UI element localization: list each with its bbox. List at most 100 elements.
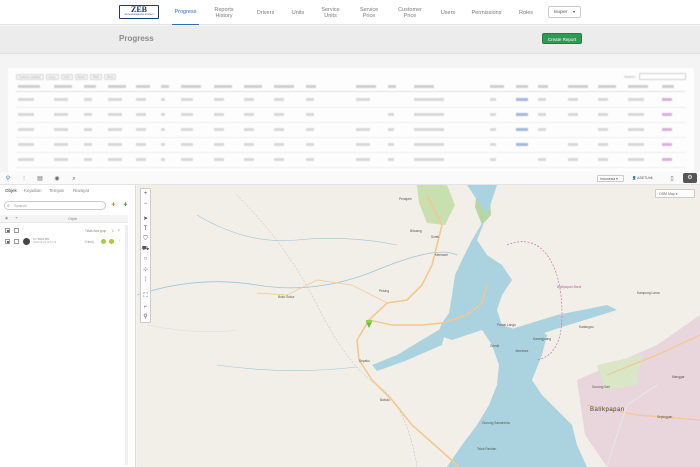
search-location-icon[interactable]: ⌕ — [70, 175, 78, 183]
table-header-cell[interactable] — [568, 85, 588, 88]
map-user-name: ASETUnit — [637, 176, 653, 180]
map-canvas[interactable]: Penajam Binuang Sotek Mentawir Buku Suku… — [137, 185, 700, 467]
add-group-icon[interactable]: ✚ — [122, 202, 129, 209]
table-header-cell[interactable] — [388, 85, 396, 88]
table-tool-pdf[interactable]: PDF — [90, 74, 103, 80]
table-header-cell[interactable] — [356, 85, 376, 88]
language-select[interactable]: Indonesia ▾ — [597, 175, 624, 182]
nav-units[interactable]: Units — [288, 0, 308, 25]
table-header-cell[interactable] — [18, 85, 40, 88]
table-header-cell[interactable] — [538, 85, 548, 88]
objects-search-input[interactable]: ⌕ Search — [4, 201, 106, 210]
nav-service-units[interactable]: Service Units — [318, 0, 343, 25]
table-search-input[interactable] — [639, 73, 686, 80]
table-header-cell[interactable] — [306, 85, 316, 88]
company-logo[interactable]: ZEB ZEUS ENGINEERING BORNEO — [119, 5, 159, 19]
panel-scrollbar[interactable] — [125, 225, 128, 465]
table-row[interactable] — [16, 154, 686, 168]
map-layer-select[interactable]: OSM Map ▾ — [655, 189, 695, 198]
tab-kejadian[interactable]: Kejadian — [24, 188, 42, 193]
map-user-menu[interactable]: 👤 ASETUnit — [632, 175, 660, 182]
nav-drivers[interactable]: Drivers — [252, 0, 279, 25]
monitor-icon[interactable]: ▤ — [36, 175, 44, 183]
map-marker-icon[interactable]: ◉ — [53, 175, 61, 183]
table-header-cell[interactable] — [161, 85, 169, 88]
table-cell — [414, 143, 444, 146]
tab-tempat[interactable]: Tempat — [49, 188, 64, 193]
tab-riwayat[interactable]: Riwayat — [73, 188, 89, 193]
table-header-cell[interactable] — [598, 85, 616, 88]
table-tool-copy[interactable]: Copy — [45, 74, 59, 80]
table-tool-excel[interactable]: Excel — [74, 74, 89, 80]
group-follow-checkbox[interactable] — [14, 228, 19, 233]
zoom-out-icon[interactable]: − — [141, 200, 150, 209]
nav-reports-history[interactable]: Reports History — [211, 0, 237, 25]
nav-customer-price[interactable]: Customer Price — [396, 0, 424, 25]
nav-progress[interactable]: Progress — [172, 0, 199, 25]
object-follow-checkbox[interactable] — [14, 239, 19, 244]
nav-service-price[interactable]: Service Price — [357, 0, 381, 25]
chevron-down-icon[interactable]: ▾ — [118, 228, 120, 232]
vehicle-marker-icon[interactable] — [366, 320, 372, 328]
table-tool-csv[interactable]: CSV — [60, 74, 73, 80]
table-row[interactable] — [16, 124, 686, 138]
table-cell[interactable] — [662, 113, 672, 116]
table-header-cell[interactable] — [136, 85, 150, 88]
table-header-cell[interactable] — [490, 85, 504, 88]
shield-icon[interactable]: ⛉ — [141, 235, 150, 244]
circle-tool-icon[interactable]: ○ — [141, 255, 150, 264]
table-cell[interactable] — [516, 143, 528, 146]
table-header-cell[interactable] — [274, 85, 294, 88]
table-header-cell[interactable] — [516, 85, 528, 88]
table-cell[interactable] — [662, 143, 672, 146]
create-report-button[interactable]: Create Report — [542, 33, 582, 44]
table-header-cell[interactable] — [108, 85, 126, 88]
table-header-cell[interactable] — [662, 85, 674, 88]
more-options-icon[interactable]: ⋮ — [118, 238, 121, 242]
tab-objek[interactable]: Objek — [5, 188, 17, 193]
table-row[interactable] — [16, 94, 686, 108]
table-header-cell[interactable] — [84, 85, 96, 88]
table-cell[interactable] — [516, 113, 528, 116]
location-pin-icon[interactable]: ⚲ — [4, 175, 12, 183]
eye-icon[interactable]: ◉ — [5, 216, 8, 220]
group-visible-checkbox[interactable] — [5, 228, 10, 233]
logo-text: ZEB — [130, 5, 147, 14]
object-group-row[interactable]: Tidak Ada grup 1 ▾ — [0, 226, 128, 236]
thermometer-icon[interactable]: ⫶ — [20, 175, 28, 183]
add-object-icon[interactable]: ✚ — [110, 202, 117, 209]
ruler-icon[interactable]: ⌐ — [141, 303, 150, 312]
nav-roles[interactable]: Roles — [516, 0, 536, 25]
table-header-cell[interactable] — [54, 85, 72, 88]
crosshair-icon[interactable]: ⊹ — [141, 266, 150, 275]
table-cell[interactable] — [662, 98, 672, 101]
fullscreen-icon[interactable]: ⛶ — [141, 292, 150, 301]
car-icon[interactable]: ⛟ — [141, 245, 150, 254]
navigate-arrow-icon[interactable]: ➤ — [141, 215, 150, 224]
table-row[interactable] — [16, 139, 686, 153]
table-header-cell[interactable] — [628, 85, 648, 88]
bell-icon[interactable]: ▯ — [668, 175, 676, 183]
pin-tool-icon[interactable]: ⚲ — [141, 313, 150, 322]
table-cell[interactable] — [662, 158, 672, 161]
text-tool-icon[interactable]: T — [141, 225, 150, 234]
nav-users[interactable]: Users — [437, 0, 459, 25]
object-row[interactable]: KT 8901 BN 2023-09-26 14:51:15 0 km/j ⋮ — [0, 237, 128, 247]
table-cell[interactable] — [516, 128, 528, 131]
settings-gear-button[interactable]: ⚙ — [683, 173, 697, 183]
table-header-cell[interactable] — [214, 85, 232, 88]
table-row[interactable] — [16, 109, 686, 123]
table-header-cell[interactable] — [244, 85, 262, 88]
table-header-cell[interactable] — [414, 85, 434, 88]
object-visible-checkbox[interactable] — [5, 239, 10, 244]
zoom-in-icon[interactable]: + — [141, 190, 150, 199]
user-dropdown[interactable]: tsupier ▾ — [548, 6, 581, 18]
traffic-icon[interactable]: ⁞ — [141, 276, 150, 285]
link-icon[interactable]: ⚭ — [15, 216, 18, 220]
nav-permissions[interactable]: Permissions — [470, 0, 503, 25]
table-tool-colvis[interactable]: Column visibility — [16, 74, 44, 80]
table-tool-print[interactable]: Print — [104, 74, 117, 80]
table-header-cell[interactable] — [181, 85, 201, 88]
table-cell[interactable] — [516, 98, 528, 101]
table-cell[interactable] — [662, 128, 672, 131]
